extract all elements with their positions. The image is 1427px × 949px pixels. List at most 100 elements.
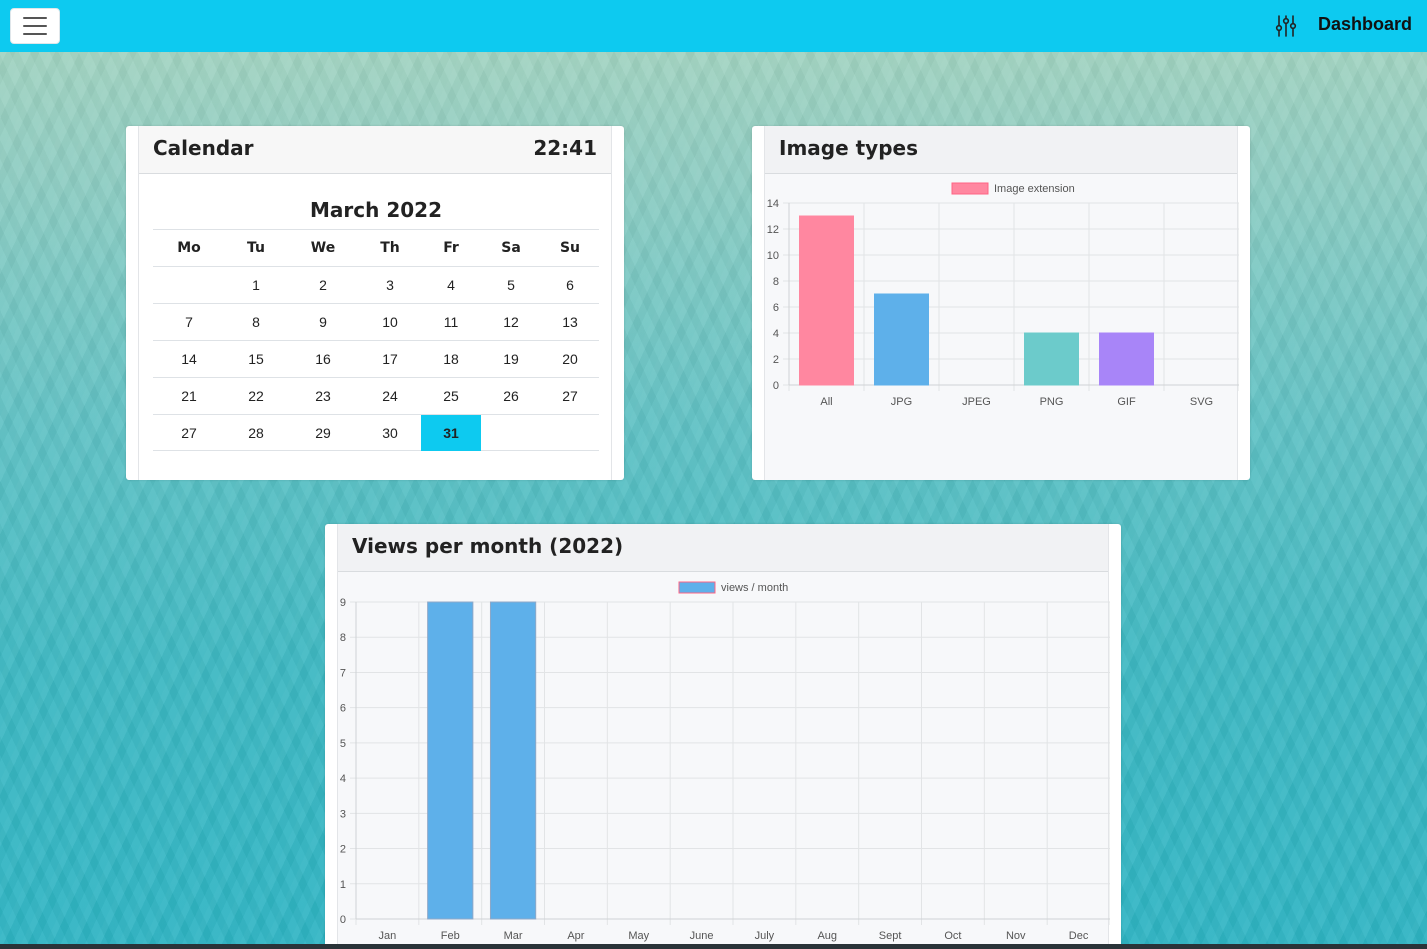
calendar-title: Calendar [153,136,254,160]
y-tick-label: 12 [767,224,779,236]
calendar-day[interactable]: 30 [359,415,421,451]
calendar-day[interactable]: 27 [541,378,599,414]
calendar-day[interactable]: 12 [481,304,541,340]
image-types-card-header: Image types [765,126,1237,174]
x-tick-label: July [755,930,775,942]
calendar-day[interactable]: 17 [359,341,421,377]
bar-jpg [874,293,929,386]
calendar-day[interactable]: 16 [287,341,359,377]
x-tick-label: JPEG [962,396,991,408]
calendar-week-row: 27 28 29 30 31 [153,414,599,451]
y-tick-label: 4 [773,328,779,340]
x-tick-label: Nov [1006,930,1026,942]
y-tick-label: 4 [340,773,346,785]
weekday-label: Fr [443,240,459,256]
calendar-empty-cell [153,267,225,303]
bar-all [799,215,854,386]
bar-gif [1099,332,1154,386]
x-tick-label: GIF [1117,396,1136,408]
calendar-day[interactable]: 23 [287,378,359,414]
calendar-day[interactable]: 10 [359,304,421,340]
sliders-icon[interactable] [1274,14,1298,38]
calendar-day[interactable]: 8 [225,304,287,340]
calendar-grid: Mo Tu We Th Fr Sa Su 1 2 3 4 5 6 7 8 9 10 11 12 13 14 15 16 17 1… [153,229,599,451]
calendar-day[interactable]: 3 [359,267,421,303]
bar-feb [427,601,474,920]
calendar-week-row: 7 8 9 10 11 12 13 [153,303,599,340]
y-tick-label: 8 [340,632,346,644]
x-tick-label: All [820,396,832,408]
y-tick-label: 9 [340,597,346,609]
dashboard-brand-link[interactable]: Dashboard [1318,14,1412,35]
calendar-card-header: Calendar 22:41 [139,126,611,174]
x-tick-label: PNG [1040,396,1064,408]
calendar-day[interactable]: 26 [481,378,541,414]
views-per-month-card: Views per month (2022) views / month 0 1 2 3… [325,524,1121,949]
calendar-day[interactable]: 14 [153,341,225,377]
x-tick-label: Aug [817,930,837,942]
x-tick-label: SVG [1190,396,1213,408]
x-tick-label: Sept [879,930,902,942]
y-tick-label: 10 [767,250,779,262]
image-types-card-body: Image types Image extension 0 2 4 6 8 10 12 14 Al… [764,126,1239,480]
y-tick-label: 2 [340,844,346,856]
hamburger-icon-line [23,33,47,35]
calendar-day-today[interactable]: 31 [421,415,481,451]
calendar-day[interactable]: 6 [541,267,599,303]
calendar-day[interactable]: 7 [153,304,225,340]
calendar-day[interactable]: 20 [541,341,599,377]
x-tick-label: June [690,930,714,942]
image-types-chart: Image extension 0 2 4 6 8 10 12 14 All JPG JPEG PNG G… [767,182,1239,408]
calendar-day[interactable]: 4 [421,267,481,303]
weekday-label: Tu [247,240,265,256]
calendar-day[interactable]: 27 [153,415,225,451]
calendar-card: Calendar 22:41 March 2022 Mo Tu We Th Fr Sa Su… [126,126,624,480]
clock-time: 22:41 [533,136,597,160]
y-tick-label: 2 [773,354,779,366]
calendar-day[interactable]: 24 [359,378,421,414]
top-navbar: Dashboard [0,0,1427,52]
calendar-day[interactable]: 29 [287,415,359,451]
y-tick-label: 0 [773,380,779,392]
weekday-label: Mo [177,240,201,256]
bottom-edge-bar [0,944,1427,949]
x-tick-label: Apr [567,930,584,942]
y-tick-label: 8 [773,276,779,288]
y-tick-label: 0 [340,914,346,926]
views-title: Views per month (2022) [352,534,624,558]
calendar-day[interactable]: 15 [225,341,287,377]
x-tick-label: Feb [441,930,460,942]
calendar-day[interactable]: 28 [225,415,287,451]
hamburger-menu-button[interactable] [10,8,60,44]
calendar-day[interactable]: 5 [481,267,541,303]
x-tick-label: Mar [504,930,523,942]
y-tick-label: 6 [340,703,346,715]
calendar-day[interactable]: 25 [421,378,481,414]
calendar-day[interactable]: 9 [287,304,359,340]
bar-mar [489,601,537,920]
calendar-month-title: March 2022 [310,198,442,222]
x-tick-label: May [628,930,649,942]
weekday-label: Sa [501,240,521,256]
legend-label: views / month [721,582,788,594]
y-tick-label: 5 [340,738,346,750]
calendar-day[interactable]: 22 [225,378,287,414]
calendar-week-row: 14 15 16 17 18 19 20 [153,340,599,377]
bar-png [1024,332,1079,386]
legend-label: Image extension [994,183,1075,195]
calendar-weekday-row: Mo Tu We Th Fr Sa Su [153,229,599,266]
y-tick-label: 3 [340,808,346,820]
calendar-week-row: 21 22 23 24 25 26 27 [153,377,599,414]
calendar-day[interactable]: 11 [421,304,481,340]
calendar-day[interactable]: 2 [287,267,359,303]
calendar-day[interactable]: 13 [541,304,599,340]
calendar-day[interactable]: 19 [481,341,541,377]
y-tick-label: 1 [340,879,346,891]
x-tick-label: Dec [1069,930,1089,942]
views-card-body: Views per month (2022) views / month 0 1 2 3… [337,524,1110,949]
calendar-day[interactable]: 18 [421,341,481,377]
calendar-day[interactable]: 1 [225,267,287,303]
calendar-day[interactable]: 21 [153,378,225,414]
weekday-label: Su [559,240,581,256]
calendar-week-row: 123456 [153,266,599,303]
